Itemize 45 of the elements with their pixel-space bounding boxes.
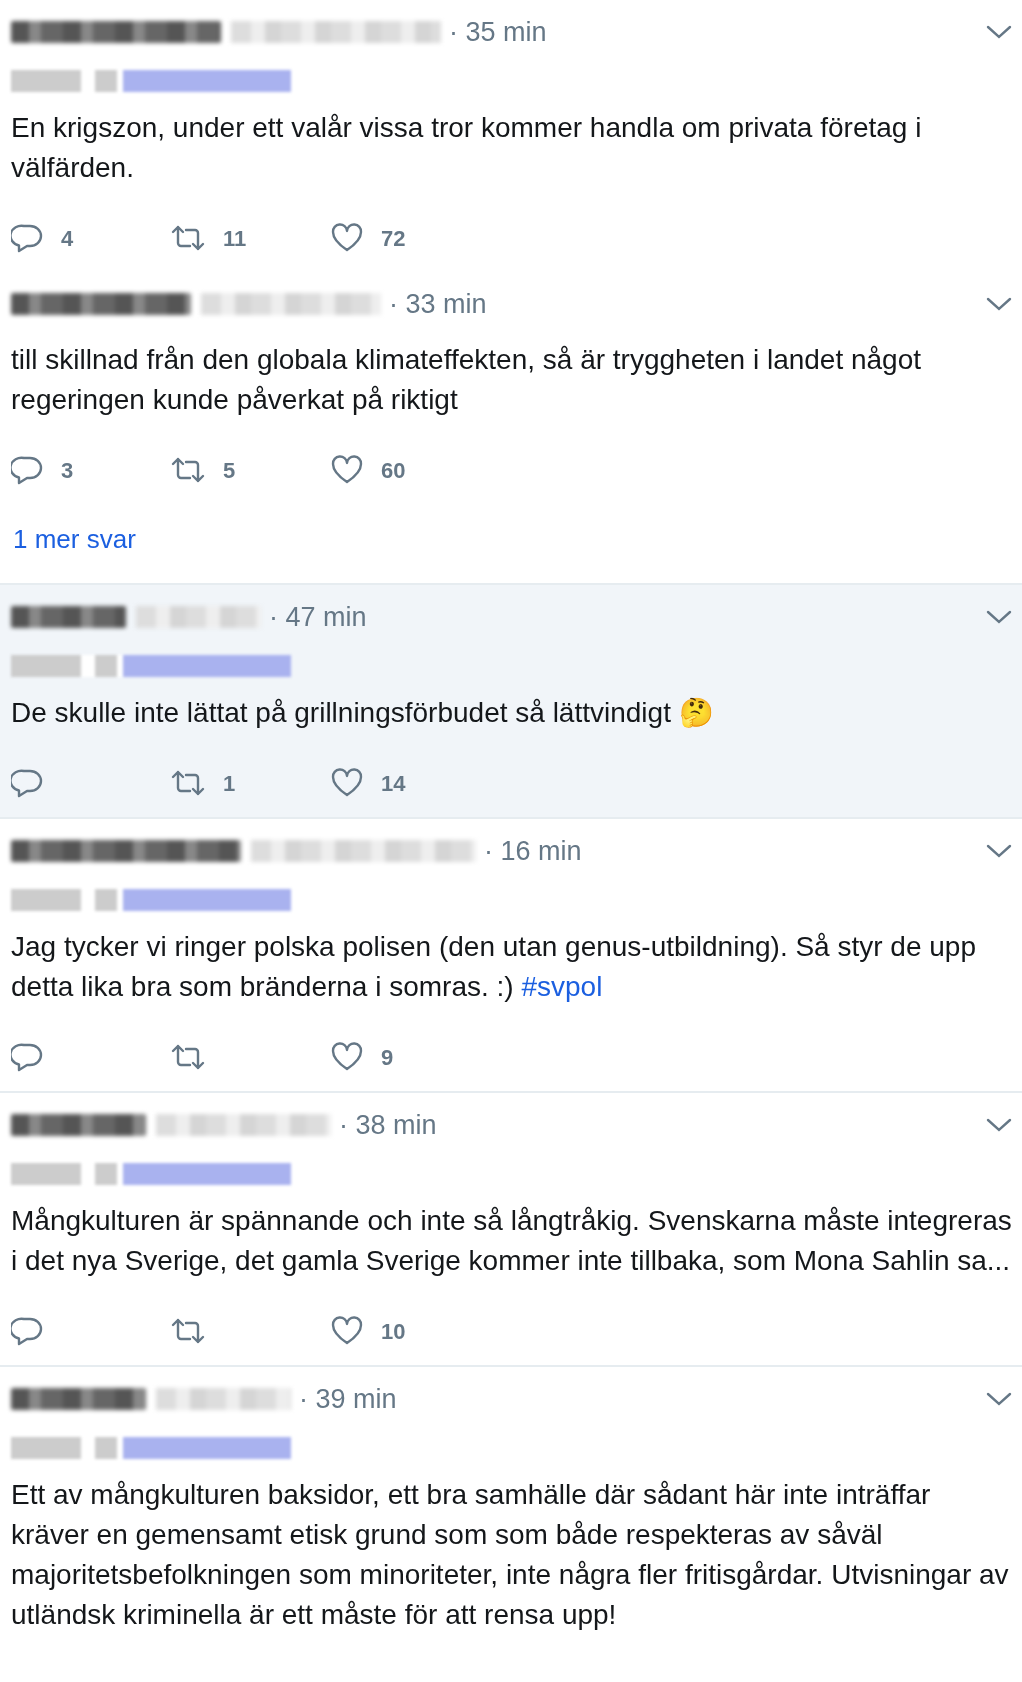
retweet-icon[interactable] [171,224,205,252]
reply-icon[interactable] [11,455,43,485]
tweet-text: En krigszon, under ett valår vissa tror kommer handla om privata företag i välfärden. [11,111,923,185]
retweet-icon[interactable] [171,1043,205,1071]
tweet-time: · 33 min [389,287,487,321]
reply-icon[interactable] [11,768,43,798]
chevron-down-icon[interactable] [986,1117,1012,1133]
heart-icon[interactable] [331,1316,363,1346]
heart-icon[interactable] [331,455,363,485]
chevron-down-icon[interactable] [986,296,1012,312]
retweet-icon[interactable] [171,1317,205,1345]
reply-count: 4 [61,224,74,253]
chevron-down-icon[interactable] [986,609,1012,625]
tweet-text: De skulle inte lättat på grillningsförbudet så lättvindigt 🤔 [11,696,715,730]
retweet-count: 1 [223,769,236,798]
like-count: 72 [381,224,406,253]
heart-icon[interactable] [331,1042,363,1072]
like-count: 14 [381,769,406,798]
reply-count: 3 [61,456,74,485]
tweet-text: Mångkulturen är spännande och inte så långtråkig. Svenskarna måste integreras i det nya Sverige, det gamla Sverige kommer inte tillbaka, som Mona Sahlin sa... [11,1204,1012,1278]
retweet-count: 5 [223,456,236,485]
like-count: 10 [381,1317,406,1346]
chevron-down-icon[interactable] [986,843,1012,859]
chevron-down-icon[interactable] [986,1391,1012,1407]
chevron-down-icon[interactable] [986,24,1012,40]
tweet-text: Jag tycker vi ringer polska polisen (den utan genus-utbildning). Så styr de upp detta lika bra som bränderna i somras. :) #svpol [11,930,977,1004]
tweet-time: · 16 min [484,834,582,868]
tweet-text: Ett av mångkulturen baksidor, ett bra samhälle där sådant här inte inträffar kräver en gemensamt etisk grund som som både respekteras av såväl majoritetsbefolkningen som minoriteter, inte några fler fritisgårdar. Utvisningar av utländsk kriminella är ett måste för att rensa upp! [11,1478,1010,1632]
tweet-time: · 39 min [299,1382,397,1416]
tweet-time: · 47 min [269,600,367,634]
like-count: 9 [381,1043,394,1072]
retweet-icon[interactable] [171,769,205,797]
tweet-time: · 38 min [339,1108,437,1142]
retweet-count: 11 [223,224,247,253]
more-replies-link[interactable]: 1 mer svar [13,520,136,559]
tweet-time: · 35 min [449,15,547,49]
like-count: 60 [381,456,406,485]
reply-icon[interactable] [11,1316,43,1346]
heart-icon[interactable] [331,768,363,798]
heart-icon[interactable] [331,223,363,253]
retweet-icon[interactable] [171,456,205,484]
hashtag-link[interactable]: #svpol [521,971,603,1002]
tweet-text: till skillnad från den globala klimateffekten, så är tryggheten i landet något regeringen kunde påverkat på riktigt [11,343,923,417]
reply-icon[interactable] [11,1042,43,1072]
reply-icon[interactable] [11,223,43,253]
